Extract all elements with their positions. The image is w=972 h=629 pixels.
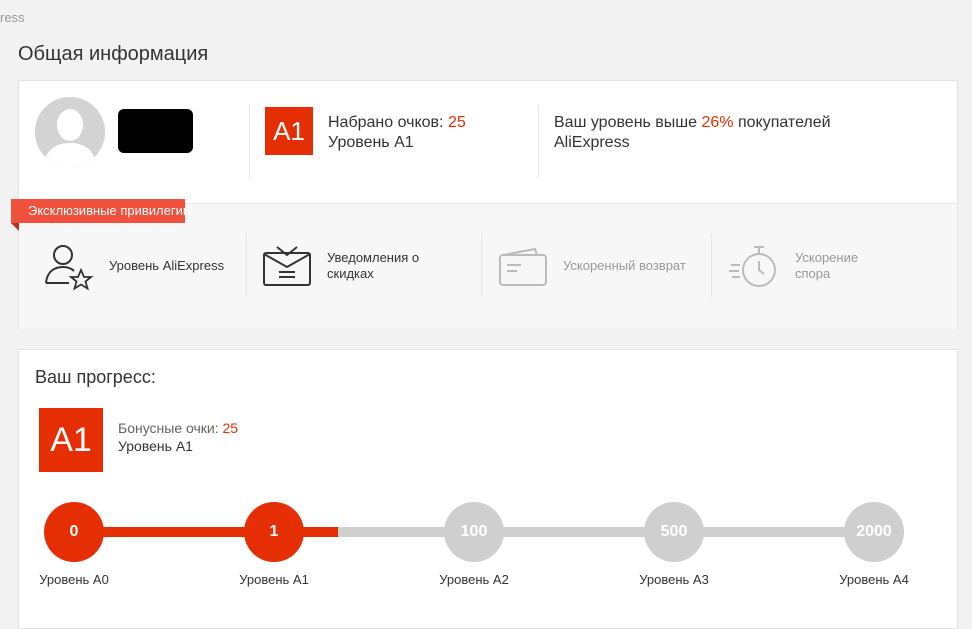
level-node-a2: 100 [444,502,504,562]
bonus-value: 25 [222,420,239,436]
privileges-panel: Эксклюзивные привилегии Уровень AliExpre… [11,199,957,329]
envelope-icon [263,246,311,286]
level-label-a4: Уровень A4 [839,572,909,587]
level-label-a2: Уровень A2 [439,572,509,587]
privileges-ribbon: Эксклюзивные привилегии [11,199,185,223]
privilege-label: Ускоренный возврат [563,258,686,273]
user-silhouette-icon [35,97,105,167]
level-label-a0: Уровень A0 [39,572,109,587]
privilege-label: Ускорение спора [795,250,859,281]
username-redacted [118,109,193,153]
level-node-a1: 1 [244,502,304,562]
level-text: Уровень A1 [328,134,414,151]
privilege-discount-notifications[interactable]: Уведомления о скидках [259,234,437,298]
level-node-a0: 0 [44,502,104,562]
ribbon-fold [11,223,19,231]
rank-percent: 26% [701,114,734,131]
level-label-a3: Уровень A3 [639,572,709,587]
points-label: Набрано очков: [328,114,448,131]
level-badge-large: A1 [39,408,103,472]
rank-block: Ваш уровень выше 26% покупателей AliExpr… [554,113,874,153]
divider [249,105,250,178]
rank-prefix: Ваш уровень выше [554,114,702,131]
bonus-level-text: Уровень A1 [118,438,193,454]
level-badge: A1 [265,107,313,155]
privilege-aliexpress-level[interactable]: Уровень AliExpress [41,234,224,298]
user-star-icon [45,245,94,291]
bonus-label: Бонусные очки: [118,420,223,436]
level-node-a4: 2000 [844,502,904,562]
general-info-card: A1 Набрано очков: 25 Уровень A1 Ваш уров… [11,80,958,329]
privilege-label: Уведомления о скидках [327,250,420,281]
privilege-label: Уровень AliExpress [109,258,225,273]
divider [711,234,712,298]
score-block: Набрано очков: 25 Уровень A1 [328,113,466,153]
divider [246,234,247,298]
page-title: Общая информация [18,43,209,65]
stopwatch-icon [729,246,776,287]
wallet-icon [499,247,547,286]
progress-card: Ваш прогресс: A1 Бонусные очки: 25 Урове… [18,349,958,629]
avatar[interactable] [35,97,105,167]
privilege-fast-refund[interactable]: Ускоренный возврат [495,234,686,298]
breadcrumb[interactable]: ress [0,10,25,25]
level-label-a1: Уровень A1 [239,572,309,587]
points-value: 25 [447,114,466,131]
divider [538,105,539,178]
level-node-a3: 500 [644,502,704,562]
progress-title: Ваш прогресс: [35,367,156,387]
privilege-dispute-acceleration[interactable]: Ускорение спора [727,234,875,298]
divider [481,234,482,298]
bonus-block: Бонусные очки: 25 Уровень A1 [118,419,238,455]
